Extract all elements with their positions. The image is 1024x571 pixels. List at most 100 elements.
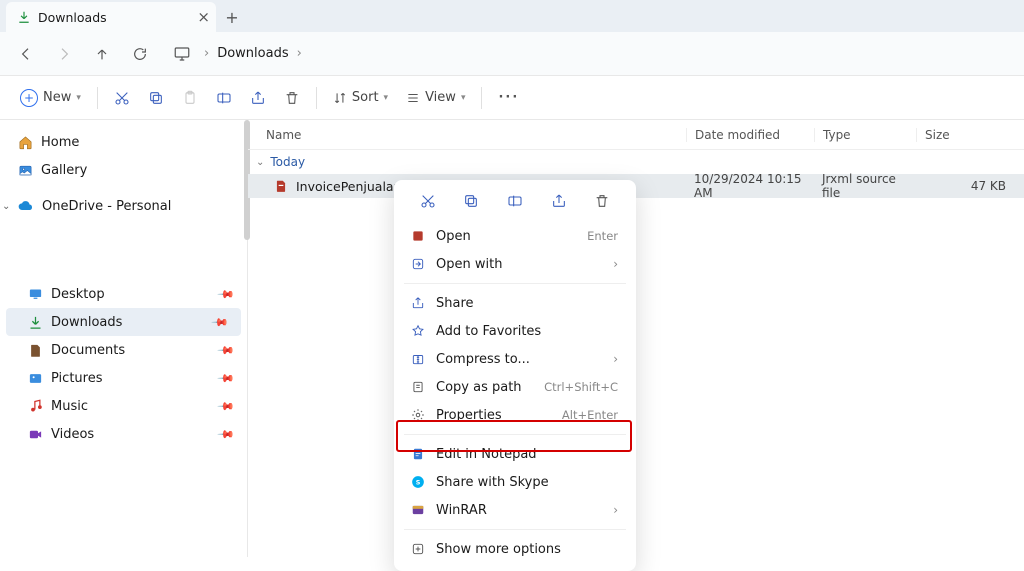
menu-properties[interactable]: Properties Alt+Enter: [400, 401, 630, 429]
new-label: New: [43, 90, 71, 105]
menu-label: Share: [436, 296, 474, 311]
videos-icon: [28, 427, 43, 442]
context-menu: Open Enter Open with › Share Add to Favo…: [394, 180, 636, 571]
notepad-icon: [410, 446, 426, 462]
separator: [97, 87, 98, 109]
column-header-name[interactable]: Name: [248, 128, 686, 142]
sidebar-item-downloads[interactable]: Downloads 📌: [6, 308, 241, 336]
close-icon[interactable]: ×: [197, 8, 210, 26]
copy-button[interactable]: [140, 83, 172, 113]
sidebar-item-onedrive[interactable]: ⌄ OneDrive - Personal: [0, 192, 247, 220]
new-button[interactable]: + New ▾: [12, 83, 89, 113]
sidebar-item-home[interactable]: Home: [0, 128, 247, 156]
pin-icon: 📌: [217, 285, 236, 304]
delete-button[interactable]: [276, 83, 308, 113]
plus-icon: +: [20, 89, 38, 107]
tab-downloads[interactable]: Downloads ×: [6, 2, 216, 32]
menu-share-skype[interactable]: S Share with Skype: [400, 468, 630, 496]
sidebar-item-gallery[interactable]: Gallery: [0, 156, 247, 184]
sidebar-item-label: OneDrive - Personal: [42, 199, 171, 214]
menu-label: Open with: [436, 257, 502, 272]
download-icon: [28, 315, 43, 330]
sidebar-item-label: Music: [51, 399, 88, 414]
menu-label: Show more options: [436, 542, 561, 557]
rename-icon[interactable]: [506, 192, 524, 210]
menu-label: Copy as path: [436, 380, 522, 395]
paste-button[interactable]: [174, 83, 206, 113]
file-row[interactable]: InvoicePenjualan 10/29/2024 10:15 AM Jrx…: [248, 174, 1024, 198]
chevron-right-icon: ›: [613, 257, 618, 271]
sidebar-item-documents[interactable]: Documents 📌: [0, 336, 247, 364]
more-button[interactable]: ···: [490, 83, 527, 113]
sidebar-item-videos[interactable]: Videos 📌: [0, 420, 247, 448]
column-header-type[interactable]: Type: [814, 128, 916, 142]
cloud-icon: [18, 198, 34, 214]
compress-icon: [410, 351, 426, 367]
monitor-icon: [168, 40, 196, 68]
column-header-size[interactable]: Size: [916, 128, 1024, 142]
menu-copy-path[interactable]: Copy as path Ctrl+Shift+C: [400, 373, 630, 401]
sidebar-item-desktop[interactable]: Desktop 📌: [0, 280, 247, 308]
view-button[interactable]: View ▾: [398, 83, 473, 113]
sidebar-item-pictures[interactable]: Pictures 📌: [0, 364, 247, 392]
star-icon: [410, 323, 426, 339]
menu-label: Share with Skype: [436, 475, 549, 490]
forward-button[interactable]: [48, 38, 80, 70]
chevron-down-icon: ▾: [384, 93, 389, 103]
breadcrumb[interactable]: › Downloads ›: [168, 39, 308, 69]
sidebar-item-music[interactable]: Music 📌: [0, 392, 247, 420]
file-type: Jrxml source file: [814, 172, 916, 200]
home-icon: [18, 135, 33, 150]
sidebar-item-label: Videos: [51, 427, 94, 442]
menu-label: Open: [436, 229, 471, 244]
menu-label: Compress to...: [436, 352, 530, 367]
menu-compress[interactable]: Compress to... ›: [400, 345, 630, 373]
file-size: 47 KB: [916, 179, 1024, 193]
menu-share[interactable]: Share: [400, 289, 630, 317]
open-with-icon: [410, 256, 426, 272]
chevron-down-icon: ▾: [461, 93, 466, 103]
separator: [404, 434, 626, 435]
column-header-date[interactable]: Date modified: [686, 128, 814, 142]
menu-open[interactable]: Open Enter: [400, 222, 630, 250]
menu-show-more[interactable]: Show more options: [400, 535, 630, 563]
new-tab-button[interactable]: +: [216, 2, 248, 32]
winrar-icon: [410, 502, 426, 518]
pin-icon: 📌: [217, 397, 236, 416]
chevron-right-icon: ›: [204, 46, 209, 61]
chevron-down-icon[interactable]: ⌄: [2, 201, 10, 212]
sidebar-item-label: Documents: [51, 343, 125, 358]
up-button[interactable]: [86, 38, 118, 70]
file-icon: [274, 179, 288, 193]
download-icon: [16, 9, 32, 25]
properties-icon: [410, 407, 426, 423]
menu-winrar[interactable]: WinRAR ›: [400, 496, 630, 524]
group-today[interactable]: ⌄ Today: [248, 150, 1024, 174]
menu-label: Add to Favorites: [436, 324, 541, 339]
chevron-right-icon: ›: [613, 352, 618, 366]
pin-icon: 📌: [217, 425, 236, 444]
file-name: InvoicePenjualan: [296, 179, 402, 194]
menu-favorites[interactable]: Add to Favorites: [400, 317, 630, 345]
delete-icon[interactable]: [593, 192, 611, 210]
chevron-right-icon: ›: [297, 46, 302, 61]
menu-label: WinRAR: [436, 503, 487, 518]
share-icon[interactable]: [550, 192, 568, 210]
skype-icon: S: [410, 474, 426, 490]
sidebar-item-label: Desktop: [51, 287, 105, 302]
refresh-button[interactable]: [124, 38, 156, 70]
svg-text:S: S: [416, 478, 421, 486]
copy-icon[interactable]: [462, 192, 480, 210]
share-button[interactable]: [242, 83, 274, 113]
cut-icon[interactable]: [419, 192, 437, 210]
rename-button[interactable]: [208, 83, 240, 113]
back-button[interactable]: [10, 38, 42, 70]
chevron-down-icon: ▾: [76, 93, 81, 103]
copy-path-icon: [410, 379, 426, 395]
cut-button[interactable]: [106, 83, 138, 113]
pin-icon: 📌: [217, 341, 236, 360]
menu-edit-notepad[interactable]: Edit in Notepad: [400, 440, 630, 468]
chevron-down-icon: ⌄: [256, 157, 264, 168]
sort-button[interactable]: Sort ▾: [325, 83, 396, 113]
menu-open-with[interactable]: Open with ›: [400, 250, 630, 278]
